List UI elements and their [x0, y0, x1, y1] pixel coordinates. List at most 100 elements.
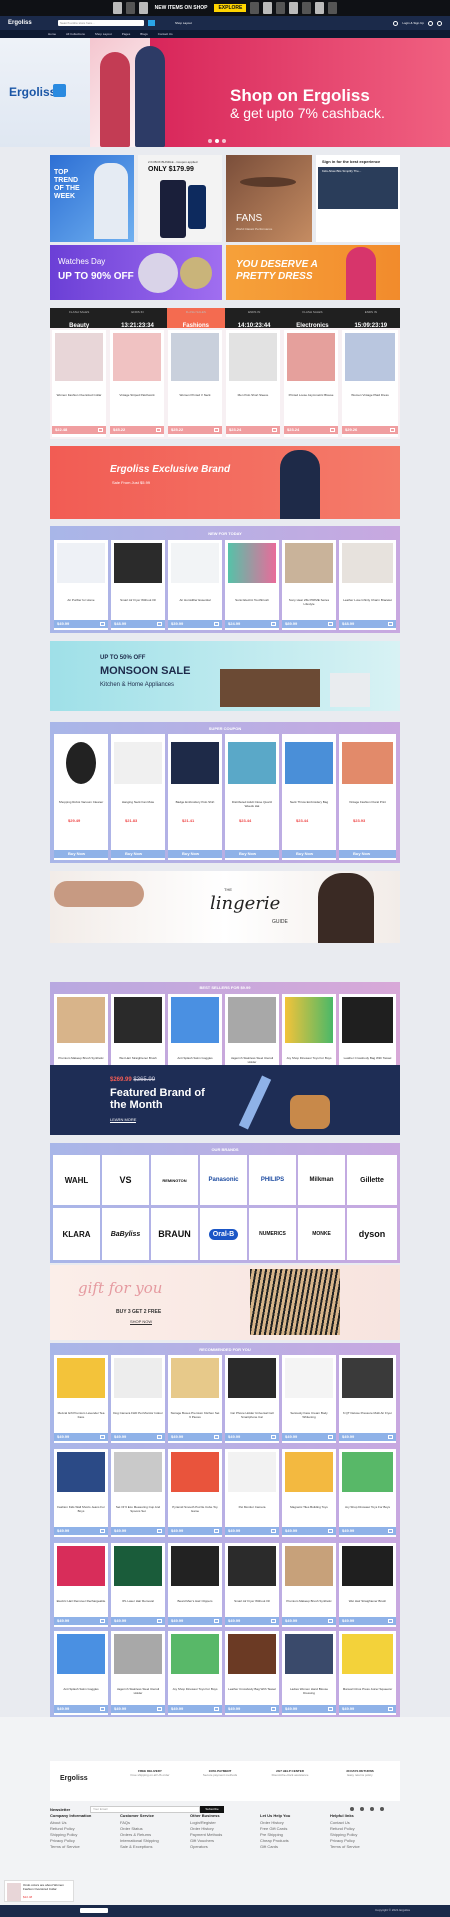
promo-top-trend[interactable]: TOP TREND OF THE WEEK	[50, 155, 134, 242]
slider-dots[interactable]	[208, 139, 226, 143]
brand-logo[interactable]: Gillette	[347, 1155, 397, 1205]
promo-fans[interactable]: FANS World Classic Performance	[226, 155, 312, 242]
cart-icon[interactable]	[388, 1707, 393, 1711]
cart-icon[interactable]	[100, 1707, 105, 1711]
coupon-card[interactable]: Distributed Adult Close Quartz Weeds Hat…	[225, 734, 279, 860]
facebook-icon[interactable]	[350, 1807, 354, 1811]
product-card[interactable]: IPL Laser Hair Removal $49.99	[111, 1543, 165, 1627]
product-name[interactable]: Jagermh Stainless Steel Utensil Holder	[113, 1687, 163, 1695]
buy-now-button[interactable]: Buy Now	[339, 850, 396, 858]
footer-link[interactable]: Operators	[190, 1844, 222, 1850]
product-name[interactable]: Joy Shop Dinosaur Toys For Boys	[170, 1687, 220, 1691]
cart-icon[interactable]	[328, 1707, 333, 1711]
product-card[interactable]: Seriously Face Cream Body Whitening $49.9…	[282, 1355, 336, 1443]
brand-logo[interactable]: BaByliss	[102, 1208, 149, 1260]
coupon-card[interactable]: Badge Embroidery Polo Shirt $21.41 Buy Now	[168, 734, 222, 860]
nav-item[interactable]: Blogs	[140, 32, 148, 36]
product-name[interactable]: Pet Monitor Camera	[227, 1505, 277, 1509]
brand-logo[interactable]: VS	[102, 1155, 149, 1205]
product-name[interactable]: Smart Air Fryer Without Oil	[227, 1599, 277, 1603]
cart-icon[interactable]	[157, 1529, 162, 1533]
product-card[interactable]: Sony Hear 26H PRIME Series Lifestyle $89.…	[282, 540, 336, 630]
product-name[interactable]: Anti Splash Swim Goggles	[170, 1056, 220, 1060]
product-name[interactable]: Set Of 6 Eco Measuring Cup And Spoons Se…	[113, 1505, 163, 1513]
signin-panel[interactable]: Sign in for the best experience Kids All…	[316, 155, 400, 242]
product-card[interactable]: Manual Citrus Press Juicer Squeezer $49.9…	[339, 1631, 396, 1715]
cart-icon[interactable]	[388, 1435, 393, 1439]
wishlist-icon[interactable]	[428, 20, 433, 26]
brand-logo[interactable]: Panasonic	[200, 1155, 247, 1205]
product-card[interactable]: Mezcal Gift Premium Lavender Tea Face $49…	[54, 1355, 108, 1443]
buy-now-button[interactable]: Buy Now	[282, 850, 336, 858]
product-card[interactable]: Smart Air Fryer Without Oil $48.99	[111, 540, 165, 630]
user-icon[interactable]	[393, 20, 399, 26]
hero-slider[interactable]: Ergoliss Shop on Ergoliss & get upto 7% …	[0, 38, 450, 147]
product-name[interactable]: Beard Men's Hair Clippers	[170, 1599, 220, 1603]
cart-icon[interactable]	[437, 20, 442, 26]
cart-icon[interactable]	[156, 428, 161, 432]
product-name[interactable]: Women Fashion Oversized Collar	[54, 393, 104, 397]
cart-icon[interactable]	[214, 1707, 219, 1711]
cart-icon[interactable]	[157, 1707, 162, 1711]
product-card[interactable]: Women Printed V Neck $25.22	[168, 330, 222, 437]
footer-logo[interactable]: Ergoliss	[60, 1775, 88, 1782]
product-name[interactable]: Wet Hair Straightener Brush	[341, 1599, 394, 1603]
brand-logo[interactable]: MONKE	[298, 1208, 345, 1260]
product-card[interactable]: Dog Camera FHD Pet Monitor Indoor $49.99	[111, 1355, 165, 1443]
product-name[interactable]: Women Vintage Plaid Dress	[344, 393, 396, 397]
cart-icon[interactable]	[272, 428, 277, 432]
cart-icon[interactable]	[328, 622, 333, 626]
product-name[interactable]: Mezcal Gift Premium Lavender Tea Face	[56, 1411, 106, 1419]
product-card[interactable]: Car Phone Holder Universal Cell Smartpho…	[225, 1355, 279, 1443]
cart-icon[interactable]	[271, 622, 276, 626]
cart-icon[interactable]	[388, 622, 393, 626]
product-name[interactable]: Pyramid Smooth Puzzle Cube Toy Game	[170, 1505, 220, 1513]
buy-now-button[interactable]: Buy Now	[225, 850, 279, 858]
product-name[interactable]: Air Humidifier Essential	[170, 598, 220, 602]
product-card[interactable]: Pet Monitor Camera $49.99	[225, 1449, 279, 1537]
cart-icon[interactable]	[214, 428, 219, 432]
product-card[interactable]: 6 QT Deluxe Pressure Multi Air Fryer $49.…	[339, 1355, 396, 1443]
cart-icon[interactable]	[271, 1707, 276, 1711]
cart-icon[interactable]	[214, 622, 219, 626]
instagram-icon[interactable]	[370, 1807, 374, 1811]
product-name[interactable]: Seriously Face Cream Body Whitening	[284, 1411, 334, 1419]
product-name[interactable]: Distributed Adult Close Quartz Weeds Hat	[227, 800, 277, 808]
cart-icon[interactable]	[271, 1435, 276, 1439]
shop-now-link[interactable]: SHOP NOW	[130, 1319, 153, 1325]
recent-sale-popup[interactable]: Ondo colors are about Women Fashion Over…	[4, 1880, 74, 1902]
product-card[interactable]: Anti Splash Swim Goggles $49.99	[54, 1631, 108, 1715]
product-card[interactable]: Men Polo Short Sleeve $23.24	[226, 330, 280, 437]
product-name[interactable]: Vintage Striped Patchwork	[112, 393, 162, 397]
buy-now-button[interactable]: Buy Now	[168, 850, 222, 858]
product-card[interactable]: Jagermh Stainless Steel Utensil Holder $4…	[111, 1631, 165, 1715]
coupon-card[interactable]: Neck Throw Embroidery Bag $23.44 Buy Now	[282, 734, 336, 860]
cart-icon[interactable]	[390, 428, 395, 432]
product-name[interactable]: Smart Air Fryer Without Oil	[113, 598, 163, 602]
cart-icon[interactable]	[98, 428, 103, 432]
footer-link[interactable]: Terms of Service	[330, 1844, 360, 1850]
twitter-icon[interactable]	[360, 1807, 364, 1811]
coupon-card[interactable]: Vintage Fashion Floral Print $23.93 Buy No…	[339, 734, 396, 860]
product-name[interactable]: Car Phone Holder Universal Cell Smartpho…	[227, 1411, 277, 1419]
product-name[interactable]: Ladies Women Hand Blouse Dressing	[284, 1687, 334, 1695]
exclusive-brand-banner[interactable]: Ergoliss Exclusive Brand Sale From Just …	[50, 446, 400, 519]
product-card[interactable]: Electric Hair Remover Rechargeable $49.99	[54, 1543, 108, 1627]
cart-icon[interactable]	[271, 1529, 276, 1533]
search-input[interactable]: Search entire store here...	[58, 20, 144, 26]
promo-phone[interactable]: 2 IN BOX BUNDLE - Coupon applied ONLY $1…	[138, 155, 222, 242]
product-name[interactable]: Jagermh Stainless Steel Utensil Holder	[227, 1056, 277, 1064]
product-card[interactable]: Printed Loose Asymmetric Blouse $23.24	[284, 330, 338, 437]
nav-item[interactable]: Contact Us	[158, 32, 173, 36]
product-name[interactable]: Sonic Electric Toothbrush	[227, 598, 277, 602]
flash-tab[interactable]: FLASH SALES Fashions	[166, 308, 225, 329]
product-card[interactable]: Sonic Electric Toothbrush $24.99	[225, 540, 279, 630]
product-name[interactable]: Leather Luxe Infinity Charm Bracelet	[341, 598, 394, 602]
product-name[interactable]: Leather Crossbody Bag With Tassel	[341, 1056, 394, 1060]
cart-icon[interactable]	[100, 622, 105, 626]
cart-icon[interactable]	[214, 1529, 219, 1533]
subscribe-button[interactable]: Subscribe	[200, 1806, 224, 1813]
shop-layout-link[interactable]: Shop Layout	[175, 21, 219, 25]
product-card[interactable]: Joy Shop Dinosaur Toys For Boys $49.99	[339, 1449, 396, 1537]
product-name[interactable]: Printed Loose Asymmetric Blouse	[286, 393, 336, 397]
